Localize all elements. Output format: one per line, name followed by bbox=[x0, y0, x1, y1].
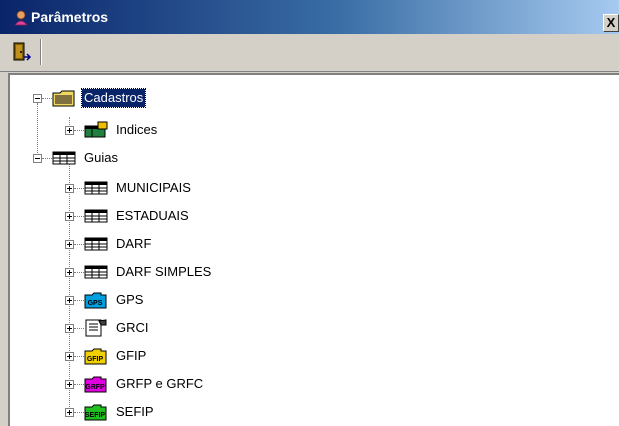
index-table-icon bbox=[84, 121, 108, 138]
tree-item-label[interactable]: Guias bbox=[82, 149, 120, 167]
document-icon bbox=[85, 319, 107, 337]
tree-item-label[interactable]: Cadastros bbox=[80, 88, 147, 108]
tree-item-label[interactable]: GRFP e GRFC bbox=[114, 375, 205, 393]
tree-item-label[interactable]: GRCI bbox=[114, 319, 151, 337]
tree-line bbox=[74, 244, 84, 245]
collapse-icon[interactable] bbox=[33, 94, 42, 103]
expand-icon[interactable] bbox=[65, 380, 74, 389]
window-title: Parâmetros bbox=[31, 9, 109, 25]
tree-line bbox=[74, 188, 84, 189]
gps-folder-icon: GPS bbox=[84, 292, 107, 309]
tree-line bbox=[37, 103, 38, 157]
expand-icon[interactable] bbox=[65, 268, 74, 277]
tree-view[interactable]: Cadastros Indices Guias MUNICIPAIS ESTADUAIS… bbox=[8, 73, 619, 426]
tree-line bbox=[42, 98, 52, 99]
close-button[interactable]: X bbox=[603, 14, 619, 32]
tree-item-label[interactable]: GPS bbox=[114, 291, 145, 309]
expand-icon[interactable] bbox=[65, 408, 74, 417]
toolbar-separator bbox=[40, 39, 42, 65]
folder-icon bbox=[52, 90, 75, 107]
tree-item-label[interactable]: DARF SIMPLES bbox=[114, 263, 213, 281]
expand-icon[interactable] bbox=[65, 126, 74, 135]
toolbar bbox=[0, 34, 619, 72]
tree-line bbox=[74, 130, 84, 131]
tree-item-label[interactable]: ESTADUAIS bbox=[114, 207, 191, 225]
expand-icon[interactable] bbox=[65, 212, 74, 221]
tree-item-label[interactable]: MUNICIPAIS bbox=[114, 179, 193, 197]
expand-icon[interactable] bbox=[65, 324, 74, 333]
svg-text:GRFP: GRFP bbox=[85, 384, 105, 391]
tree-item-label[interactable]: SEFIP bbox=[114, 403, 156, 421]
tree-line bbox=[42, 158, 52, 159]
collapse-icon[interactable] bbox=[33, 154, 42, 163]
tree-line bbox=[74, 384, 84, 385]
tree-line bbox=[74, 412, 84, 413]
expand-icon[interactable] bbox=[65, 296, 74, 305]
svg-text:GFIP: GFIP bbox=[87, 356, 104, 363]
tree-line bbox=[74, 272, 84, 273]
tree-line bbox=[74, 216, 84, 217]
table-icon bbox=[84, 181, 108, 195]
sefip-folder-icon: SEFIP bbox=[84, 404, 107, 421]
expand-icon[interactable] bbox=[65, 184, 74, 193]
table-icon bbox=[84, 265, 108, 279]
table-icon bbox=[52, 151, 76, 165]
tree-item-label[interactable]: Indices bbox=[114, 121, 159, 139]
tree-item-label[interactable]: GFIP bbox=[114, 347, 148, 365]
door-exit-icon[interactable] bbox=[10, 40, 34, 64]
expand-icon[interactable] bbox=[65, 240, 74, 249]
expand-icon[interactable] bbox=[65, 352, 74, 361]
table-icon bbox=[84, 237, 108, 251]
tree-line bbox=[74, 328, 84, 329]
tree-line bbox=[74, 300, 84, 301]
grfp-folder-icon: GRFP bbox=[84, 376, 107, 393]
svg-text:SEFIP: SEFIP bbox=[85, 412, 106, 419]
gfip-folder-icon: GFIP bbox=[84, 348, 107, 365]
title-bar: Parâmetros X bbox=[0, 0, 619, 34]
table-icon bbox=[84, 209, 108, 223]
tree-item-label[interactable]: DARF bbox=[114, 235, 153, 253]
tree-line bbox=[74, 356, 84, 357]
user-app-icon bbox=[14, 10, 28, 26]
svg-text:GPS: GPS bbox=[88, 300, 103, 307]
tree-line bbox=[69, 163, 70, 407]
